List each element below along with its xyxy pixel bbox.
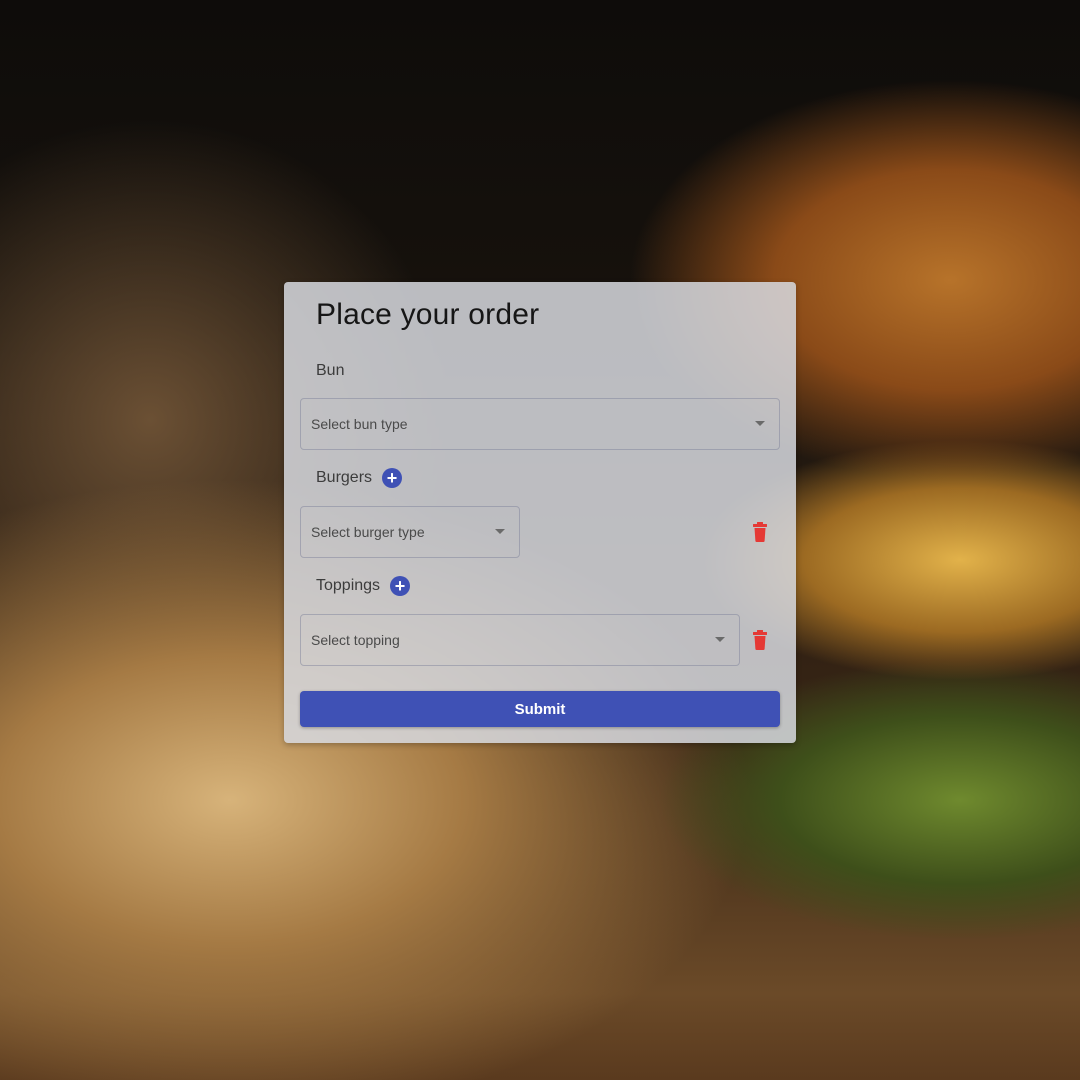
topping-select-placeholder: Select topping <box>311 632 400 648</box>
add-topping-button[interactable]: + <box>390 576 411 596</box>
add-burger-button[interactable]: + <box>382 468 403 488</box>
trash-icon[interactable] <box>752 522 768 542</box>
plus-circle-icon: + <box>394 576 406 596</box>
burger-select-placeholder: Select burger type <box>311 524 425 540</box>
toppings-label: Toppings <box>316 577 381 594</box>
dropdown-arrow-icon <box>495 529 505 534</box>
burger-type-select[interactable]: Select burger type <box>300 506 520 558</box>
order-form-card: Place your order Bun Select bun type Bur… <box>284 282 796 743</box>
dropdown-arrow-icon <box>755 421 765 426</box>
bun-section-label: Bun <box>316 362 344 380</box>
plus-circle-icon: + <box>386 468 398 488</box>
toppings-section-label: Toppings + <box>316 576 411 596</box>
bun-label: Bun <box>316 362 345 379</box>
bun-select-placeholder: Select bun type <box>311 416 408 432</box>
topping-select[interactable]: Select topping <box>300 614 740 666</box>
dropdown-arrow-icon <box>715 637 725 642</box>
burgers-label: Burgers <box>316 469 373 486</box>
page-title: Place your order <box>316 298 540 331</box>
burgers-section-label: Burgers + <box>316 468 403 488</box>
bun-type-select[interactable]: Select bun type <box>300 398 780 450</box>
submit-button[interactable]: Submit <box>300 691 780 727</box>
trash-icon[interactable] <box>752 630 768 650</box>
